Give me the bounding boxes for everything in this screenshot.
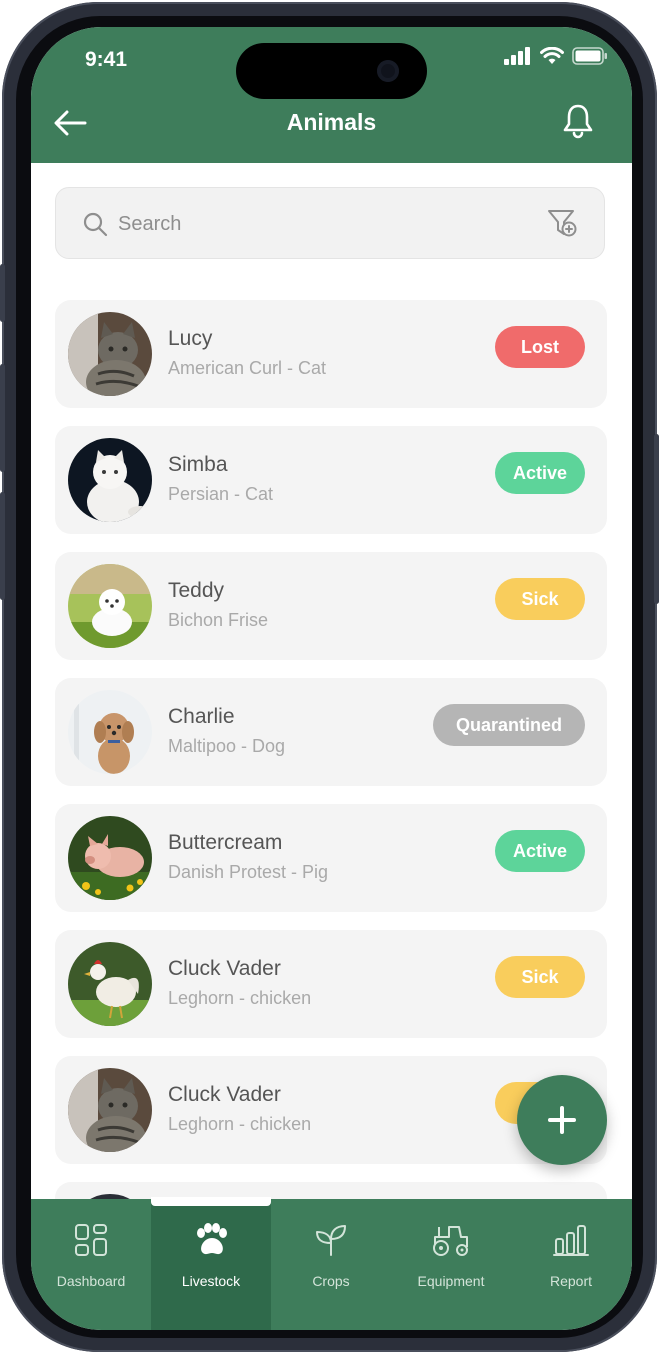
animal-card-simba[interactable]: Simba Persian - Cat Active (55, 426, 607, 534)
dashboard-grid-icon (75, 1224, 107, 1256)
avatar (68, 690, 152, 774)
status-badge: Active (495, 830, 585, 872)
animal-breed: Persian - Cat (168, 484, 274, 504)
animal-name: Buttercream (168, 831, 283, 854)
animal-breed: Bichon Frise (168, 610, 269, 630)
avatar (68, 312, 152, 396)
add-animal-button[interactable] (517, 1075, 607, 1165)
tab-label: Equipment (417, 1273, 485, 1289)
bar-chart-icon (553, 1225, 589, 1256)
battery-icon (572, 47, 607, 65)
tab-label: Report (549, 1273, 593, 1289)
front-camera (377, 60, 399, 82)
sprout-icon (316, 1225, 346, 1256)
filter-add-icon[interactable] (546, 207, 578, 239)
animal-card-cluck-vader[interactable]: Cluck Vader Leghorn - chicken Sick (55, 930, 607, 1038)
animal-card-teddy[interactable]: Teddy Bichon Frise Sick (55, 552, 607, 660)
power-button (654, 434, 659, 604)
animal-breed: Leghorn - chicken (168, 1114, 312, 1134)
animal-breed: Leghorn - chicken (168, 988, 312, 1008)
wifi-icon (540, 47, 564, 64)
tab-dashboard[interactable]: Dashboard (31, 1199, 151, 1330)
tractor-icon (433, 1226, 468, 1256)
animal-name: Simba (168, 453, 228, 476)
tab-livestock[interactable]: Livestock (151, 1197, 271, 1330)
animal-card-charlie[interactable]: Charlie Maltipoo - Dog Quarantined (55, 678, 607, 786)
cellular-signal-icon (504, 47, 530, 65)
animal-breed: American Curl - Cat (168, 358, 327, 378)
search-section (31, 163, 632, 283)
bottom-tab-bar: Dashboard Livestock Crops Equipment Repo… (31, 1197, 632, 1330)
animal-name: Cluck Vader (168, 957, 281, 980)
animal-breed: Danish Protest - Pig (168, 862, 329, 882)
avatar (68, 438, 152, 522)
app-header: 9:41 Animals (31, 27, 632, 163)
animal-name: Cluck Vader (168, 1083, 281, 1106)
avatar (68, 564, 152, 648)
avatar (68, 1068, 152, 1152)
animal-name: Lucy (168, 327, 213, 350)
volume-down-button (0, 492, 5, 600)
tab-label: Dashboard (56, 1273, 126, 1289)
status-badge: Sick (495, 578, 585, 620)
tab-crops[interactable]: Crops (271, 1199, 391, 1330)
paw-icon (197, 1223, 227, 1255)
status-badge: Sick (495, 956, 585, 998)
status-badge: Quarantined (433, 704, 585, 746)
search-input[interactable] (116, 208, 520, 240)
status-time: 9:41 (85, 48, 128, 71)
dynamic-island (236, 43, 427, 99)
status-icons (504, 47, 608, 65)
volume-up-button (0, 364, 5, 472)
tab-label: Crops (312, 1273, 350, 1289)
bell-icon (563, 104, 593, 139)
status-badge: Lost (495, 326, 585, 368)
search-icon (83, 212, 108, 237)
animal-card-buttercream[interactable]: Buttercream Danish Protest - Pig Active (55, 804, 607, 912)
animal-name: Teddy (168, 579, 225, 602)
tab-label: Livestock (181, 1273, 241, 1289)
search-box[interactable] (55, 187, 605, 259)
avatar (68, 942, 152, 1026)
tab-report[interactable]: Report (511, 1199, 631, 1330)
page-title: Animals (286, 109, 377, 135)
silent-switch (0, 264, 5, 322)
notifications-button[interactable] (562, 103, 594, 139)
animal-breed: Maltipoo - Dog (168, 736, 286, 756)
tab-equipment[interactable]: Equipment (391, 1199, 511, 1330)
avatar (68, 816, 152, 900)
animal-card-lucy[interactable]: Lucy American Curl - Cat Lost (55, 300, 607, 408)
animal-name: Charlie (168, 705, 235, 728)
status-badge: Active (495, 452, 585, 494)
app-screen: 9:41 Animals Search Lucy American Curl -… (31, 27, 632, 1330)
